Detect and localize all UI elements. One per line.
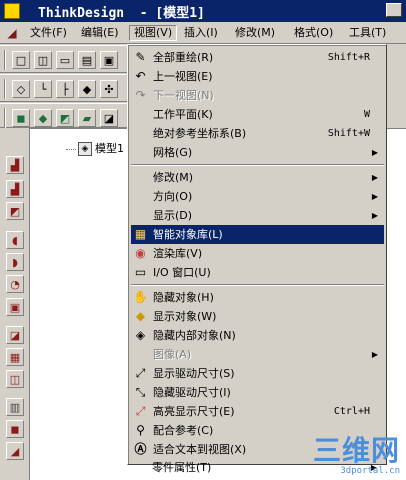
- show-object-icon: ◆: [135, 309, 146, 323]
- menu-item-orientation[interactable]: 方向(O) ▶: [131, 187, 384, 206]
- submenu-arrow-icon: ▶: [371, 192, 378, 201]
- tree-item-model[interactable]: ◈ 模型1: [66, 141, 124, 157]
- menu-insert[interactable]: 插入(I): [180, 25, 222, 41]
- mate-reference-icon: ⚲: [136, 423, 145, 437]
- menu-item-io-window[interactable]: ▭ I/O 窗口(U): [131, 263, 384, 282]
- select-icon[interactable]: ◇: [12, 80, 30, 98]
- window-control-button[interactable]: [386, 3, 402, 17]
- menu-separator: [131, 284, 384, 286]
- wedge-icon[interactable]: ◢: [6, 442, 24, 460]
- hide-driving-dim-icon: ⤡: [135, 385, 146, 399]
- corner-icon[interactable]: └: [34, 80, 52, 98]
- menu-file[interactable]: 文件(F): [26, 25, 71, 41]
- menu-item-show-driving-dim[interactable]: ⤢ 显示驱动尺寸(S): [131, 364, 384, 383]
- menu-item-previous-view[interactable]: ↶ 上一视图(E): [131, 67, 384, 86]
- menu-item-work-plane[interactable]: 工作平面(K) W: [131, 105, 384, 124]
- menu-item-smart-library[interactable]: ▦ 智能对象库(L): [131, 225, 384, 244]
- title-bar: ThinkDesign - [模型1]: [0, 0, 406, 22]
- draft-icon[interactable]: ◪: [6, 326, 24, 344]
- gear-icon[interactable]: ✣: [100, 80, 118, 98]
- fillet-icon[interactable]: ◖: [6, 231, 24, 249]
- menu-item-image[interactable]: 图像(A) ▶: [131, 345, 384, 364]
- cylinder-icon[interactable]: ▥: [6, 398, 24, 416]
- boolean-icon[interactable]: ◫: [6, 370, 24, 388]
- render-library-icon: ◉: [135, 246, 146, 260]
- hole-icon[interactable]: ◔: [6, 275, 24, 293]
- part-edit-icon[interactable]: ▟: [6, 180, 24, 198]
- view-menu-dropdown: ✎ 全部重绘(R) Shift+R ↶ 上一视图(E) ↷ 下一视图(N) 工作…: [127, 44, 387, 465]
- menu-item-next-view[interactable]: ↷ 下一视图(N): [131, 86, 384, 105]
- save-icon[interactable]: ▣: [100, 51, 118, 69]
- watermark-url: 3dportal.cn: [340, 466, 400, 476]
- box-icon[interactable]: ◼: [6, 420, 24, 438]
- menu-item-grid[interactable]: 网格(G) ▶: [131, 143, 384, 162]
- cube-icon[interactable]: ◆: [78, 80, 96, 98]
- shell-icon[interactable]: ▣: [6, 298, 24, 316]
- io-window-icon: ▭: [134, 265, 147, 279]
- new-model-icon[interactable]: ◫: [34, 51, 52, 69]
- menu-item-hide-driving-dim[interactable]: ⤡ 隐藏驱动尺寸(I): [131, 383, 384, 402]
- solid-shell-icon[interactable]: ◪: [100, 109, 118, 127]
- prev-view-icon: ↶: [135, 69, 146, 83]
- menu-item-highlight-dim[interactable]: ⤢ 高亮显示尺寸(E) Ctrl+H: [131, 402, 384, 421]
- toolbar-modeling: ◼ ◆ ◩ ▰ ◪: [0, 103, 130, 128]
- menu-item-render-library[interactable]: ◉ 渲染库(V): [131, 244, 384, 263]
- menu-modify[interactable]: 修改(M): [231, 25, 279, 41]
- part-tool-icon[interactable]: ▟: [6, 156, 24, 174]
- submenu-arrow-icon: ▶: [371, 211, 378, 220]
- menu-format[interactable]: 格式(O): [290, 25, 337, 41]
- rib-icon[interactable]: ▦: [6, 348, 24, 366]
- menu-item-hide-object[interactable]: ✋ 隐藏对象(H): [131, 288, 384, 307]
- solid-revolve-icon[interactable]: ◆: [34, 109, 52, 127]
- solid-extrude-icon[interactable]: ◼: [12, 109, 30, 127]
- submenu-arrow-icon: ▶: [371, 173, 378, 182]
- menu-item-redraw-all[interactable]: ✎ 全部重绘(R) Shift+R: [131, 48, 384, 67]
- window-title: ThinkDesign - [模型1]: [38, 6, 205, 21]
- menu-item-show-object[interactable]: ◆ 显示对象(W): [131, 307, 384, 326]
- show-driving-dim-icon: ⤢: [135, 366, 146, 380]
- watermark-logo: 三维网: [312, 434, 400, 467]
- document-icon[interactable]: ◢: [4, 26, 20, 40]
- smart-library-icon: ▦: [134, 227, 147, 241]
- app-icon: [4, 3, 20, 19]
- open-folder-icon[interactable]: ▭: [56, 51, 74, 69]
- fit-text-icon: Ⓐ: [134, 442, 147, 456]
- next-view-icon: ↷: [135, 88, 146, 102]
- menu-tools[interactable]: 工具(T): [345, 25, 390, 41]
- solid-cut-icon[interactable]: ◩: [56, 109, 74, 127]
- menu-edit[interactable]: 编辑(E): [77, 25, 123, 41]
- highlight-dim-icon: ⤢: [135, 404, 146, 418]
- toolbar-sketch: ◇ └ ├ ◆ ✣: [0, 74, 130, 102]
- watermark: 三维网 3dportal.cn: [312, 434, 400, 477]
- menu-view[interactable]: 视图(V): [129, 25, 178, 41]
- menu-item-absolute-ref[interactable]: 绝对参考坐标系(B) Shift+W: [131, 124, 384, 143]
- left-tool-palette: ▟ ▟ ◩ ◖ ◗ ◔ ▣ ◪ ▦ ◫ ▥ ◼ ◢: [0, 128, 30, 480]
- menu-separator: [131, 164, 384, 166]
- new-file-icon[interactable]: □: [12, 51, 30, 69]
- hide-object-icon: ✋: [133, 290, 148, 304]
- model-icon: ◈: [78, 142, 92, 156]
- surface-icon[interactable]: ◩: [6, 202, 24, 220]
- open-icon[interactable]: ▤: [78, 51, 96, 69]
- tree-item-label: 模型1: [95, 142, 124, 155]
- menu-item-modify[interactable]: 修改(M) ▶: [131, 168, 384, 187]
- menu-item-hide-internal[interactable]: ◈ 隐藏内部对象(N): [131, 326, 384, 345]
- submenu-arrow-icon: ▶: [371, 148, 378, 157]
- redraw-icon: ✎: [135, 50, 146, 64]
- hide-internal-icon: ◈: [135, 328, 146, 342]
- menu-bar: ◢ 文件(F) 编辑(E) 视图(V) 插入(I) 修改(M) 格式(O) 工具…: [0, 22, 406, 44]
- chamfer-icon[interactable]: ◗: [6, 253, 24, 271]
- menu-item-display[interactable]: 显示(D) ▶: [131, 206, 384, 225]
- solid-sweep-icon[interactable]: ▰: [78, 109, 96, 127]
- dimension-icon[interactable]: ├: [56, 80, 74, 98]
- submenu-arrow-icon: ▶: [371, 350, 378, 359]
- toolbar-standard: □ ◫ ▭ ▤ ▣: [0, 45, 130, 73]
